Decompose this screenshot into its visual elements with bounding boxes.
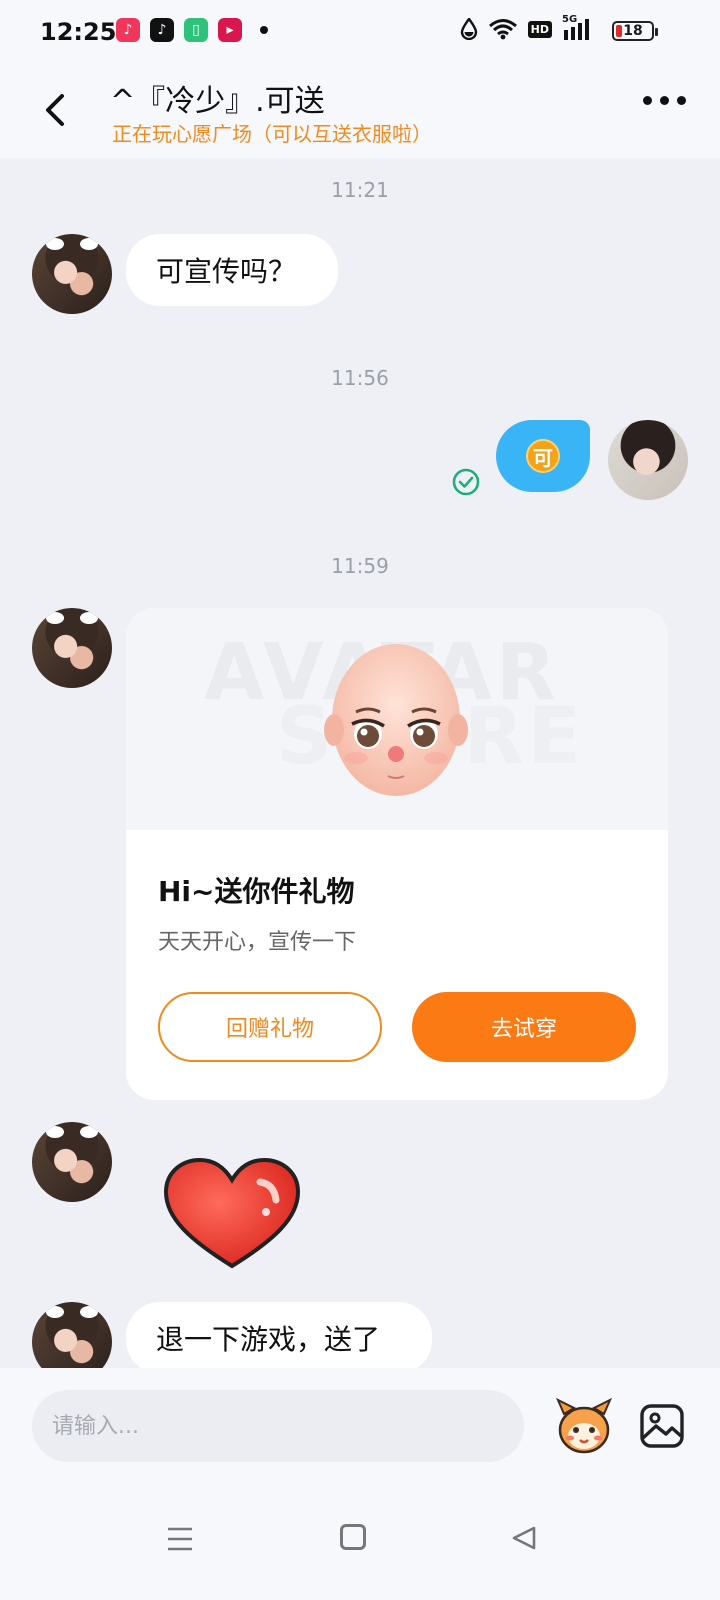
video-app-icon: ▸ (218, 18, 242, 42)
chat-header: ^『冷少』.可送 正在玩心愿广场（可以互送衣服啦） (0, 62, 720, 158)
music-app-icon: ♪ (116, 18, 140, 42)
gift-preview-image[interactable]: AVATAR STORE (126, 608, 668, 830)
timestamp: 11:56 (331, 366, 389, 390)
data-saver-icon (460, 18, 477, 40)
chat-title[interactable]: ^『冷少』.可送 (110, 76, 325, 120)
contact-avatar[interactable] (32, 608, 112, 688)
gift-title: Hi~送你件礼物 (158, 875, 355, 908)
hd-badge: HD (527, 20, 552, 38)
signal-bars-icon (564, 19, 589, 40)
more-options-icon[interactable] (643, 96, 686, 105)
back-arrow-icon[interactable] (34, 88, 78, 132)
chat-status-subtitle[interactable]: 正在玩心愿广场（可以互送衣服啦） (112, 118, 432, 147)
battery-level: 18 (623, 23, 643, 39)
image-picker-icon[interactable] (638, 1402, 686, 1450)
battery-icon: 18 (612, 21, 658, 41)
status-bar: 12:25 ♪ ♪ ▯ ▸ HD 5G 18 (0, 0, 720, 62)
status-time: 12:25 (40, 18, 117, 46)
message-bubble[interactable]: 可宣传吗？ (126, 234, 338, 306)
wifi-icon (488, 19, 517, 40)
system-back-icon[interactable] (510, 1524, 538, 1552)
notification-icons: ♪ ♪ ▯ ▸ (116, 18, 268, 42)
gift-description: 天天开心，宣传一下 (158, 930, 357, 955)
return-gift-button[interactable]: 回赠礼物 (158, 992, 382, 1062)
message-input-bar (0, 1368, 720, 1480)
try-on-button[interactable]: 去试穿 (412, 992, 636, 1062)
message-bubble[interactable]: 退一下游戏，送了 (126, 1302, 432, 1368)
mascot-emoji-icon[interactable] (554, 1396, 614, 1456)
coin-emoji-icon: 可 (526, 439, 560, 473)
heart-sticker-icon[interactable] (160, 1156, 304, 1272)
timestamp: 11:59 (331, 554, 389, 578)
chat-messages[interactable]: 11:21 可宣传吗？ 11:56 可 11:59 AVATAR STORE (0, 158, 720, 1368)
self-message-bubble[interactable]: 可 (496, 420, 590, 492)
gift-card[interactable]: AVATAR STORE (126, 608, 668, 1100)
contact-avatar[interactable] (32, 1122, 112, 1202)
home-icon[interactable] (340, 1524, 366, 1550)
self-avatar[interactable] (608, 420, 688, 500)
more-notifications-icon (260, 26, 268, 34)
contact-avatar[interactable] (32, 1302, 112, 1368)
system-icons: HD 5G (460, 14, 594, 40)
avatar-head-illustration (324, 644, 468, 796)
timestamp: 11:21 (331, 178, 389, 202)
contact-avatar[interactable] (32, 234, 112, 314)
battery-app-icon: ▯ (184, 18, 208, 42)
recent-apps-icon[interactable] (166, 1526, 194, 1552)
signal-icon: 5G (562, 14, 594, 40)
tiktok-app-icon: ♪ (150, 18, 174, 42)
message-input[interactable] (32, 1390, 524, 1462)
read-check-icon (452, 468, 480, 496)
system-navigation-bar (0, 1480, 720, 1600)
